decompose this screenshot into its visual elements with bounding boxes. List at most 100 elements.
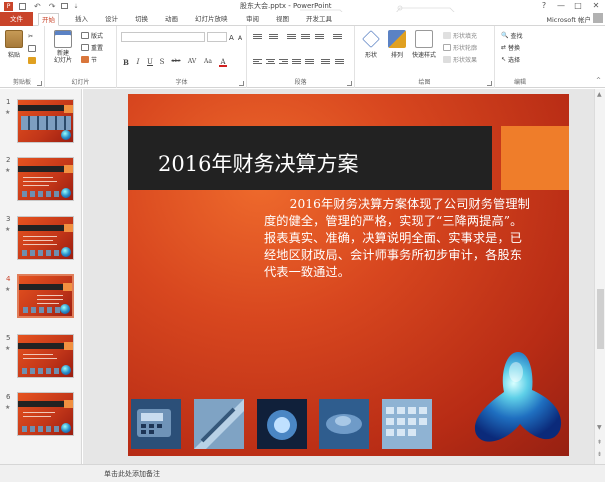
- notes-placeholder[interactable]: 单击此处添加备注: [104, 469, 160, 479]
- notes-bar: 单击此处添加备注: [0, 464, 605, 482]
- slide-thumbnail-4[interactable]: [17, 274, 74, 318]
- glossy-3d-shape[interactable]: [468, 344, 568, 456]
- copy-button[interactable]: [28, 44, 36, 53]
- vertical-scrollbar[interactable]: ▲ ▼ ⇞ ⇟: [594, 89, 605, 464]
- tab-home[interactable]: 开始: [38, 13, 59, 26]
- collapse-ribbon-icon[interactable]: ^: [596, 77, 601, 84]
- shapes-button[interactable]: 形状: [359, 30, 383, 59]
- photo-calculator-image[interactable]: [131, 399, 181, 449]
- tab-animations[interactable]: 动画: [162, 13, 181, 26]
- tab-developer[interactable]: 开发工具: [303, 13, 335, 26]
- strikethrough-button[interactable]: abc: [170, 58, 182, 67]
- find-button[interactable]: 🔍 查找: [501, 31, 523, 40]
- slide-thumbnail-5[interactable]: [17, 334, 74, 378]
- outline-icon: [443, 44, 451, 51]
- arrange-button[interactable]: 排列: [385, 30, 409, 59]
- previous-slide-icon[interactable]: ⇞: [597, 439, 602, 446]
- tab-view[interactable]: 视图: [273, 13, 292, 26]
- bullets-icon[interactable]: [253, 33, 262, 41]
- scroll-thumb[interactable]: [597, 289, 604, 349]
- slide-number: 3: [6, 215, 11, 223]
- slide-thumbnail-2[interactable]: [17, 157, 74, 201]
- quick-styles-button[interactable]: 快速样式: [410, 30, 438, 59]
- paragraph-launcher-icon[interactable]: [347, 81, 352, 86]
- slide-thumbnail-3[interactable]: [17, 216, 74, 260]
- layout-button[interactable]: 版式: [81, 31, 103, 40]
- select-button[interactable]: ↖ 选择: [501, 55, 520, 64]
- account-name[interactable]: Microsoft 帐户: [546, 14, 591, 24]
- reset-button[interactable]: 重置: [81, 43, 103, 52]
- help-button[interactable]: ?: [537, 0, 551, 11]
- photo-keyboard-image[interactable]: [382, 399, 432, 449]
- slide-number: 2: [6, 156, 11, 164]
- maximize-button[interactable]: □: [571, 0, 585, 11]
- justify-icon[interactable]: [292, 58, 301, 66]
- font-launcher-icon[interactable]: [239, 81, 244, 86]
- font-size-select[interactable]: [207, 32, 227, 42]
- align-center-icon[interactable]: [266, 58, 275, 66]
- font-name-select[interactable]: [121, 32, 205, 42]
- paste-button[interactable]: 粘贴: [2, 30, 26, 59]
- char-spacing-button[interactable]: AV: [186, 58, 198, 67]
- align-left-icon[interactable]: [253, 58, 262, 66]
- font-color-button[interactable]: A: [219, 58, 227, 67]
- tab-design[interactable]: 设计: [102, 13, 121, 26]
- tab-file[interactable]: 文件: [0, 12, 33, 26]
- photo-handshake-image[interactable]: [319, 399, 369, 449]
- increase-indent-icon[interactable]: [301, 33, 310, 41]
- quick-styles-icon: [415, 30, 433, 48]
- increase-font-button[interactable]: A: [229, 33, 234, 42]
- section-button[interactable]: 节: [81, 55, 97, 64]
- slide-thumbnail-6[interactable]: [17, 392, 74, 436]
- photo-pen-image[interactable]: [194, 399, 244, 449]
- minimize-button[interactable]: —: [554, 0, 568, 11]
- replace-button[interactable]: ⇄ 替换: [501, 43, 520, 52]
- bold-button[interactable]: B: [122, 58, 130, 67]
- cut-icon: ✂: [28, 33, 34, 40]
- format-painter-button[interactable]: [28, 56, 36, 65]
- underline-button[interactable]: U: [146, 58, 154, 67]
- smartart-icon[interactable]: [335, 58, 344, 66]
- change-case-button[interactable]: Aa: [202, 58, 214, 67]
- shape-outline-button[interactable]: 形状轮廓: [443, 43, 477, 52]
- clipboard-launcher-icon[interactable]: [37, 81, 42, 86]
- start-from-beginning-icon[interactable]: [61, 3, 69, 9]
- clipboard-group: 粘贴 ✂ 剪贴板: [0, 26, 45, 88]
- reset-icon: [81, 44, 89, 51]
- slide-thumbnail-1[interactable]: [17, 99, 74, 143]
- cut-button[interactable]: ✂: [28, 32, 33, 41]
- columns-icon[interactable]: [321, 58, 330, 66]
- numbering-icon[interactable]: [269, 33, 278, 41]
- drawing-launcher-icon[interactable]: [487, 81, 492, 86]
- tab-insert[interactable]: 插入: [72, 13, 91, 26]
- shape-fill-button[interactable]: 形状填充: [443, 31, 477, 40]
- italic-button[interactable]: I: [134, 58, 142, 67]
- new-slide-button[interactable]: 新建 幻灯片: [51, 30, 75, 64]
- close-button[interactable]: ✕: [589, 0, 603, 11]
- slide-body-text[interactable]: 2016年财务决算方案体现了公司财务管理制度的健全，管理的严格，实现了“三降两提…: [264, 196, 534, 281]
- redo-icon[interactable]: ↷: [49, 2, 56, 11]
- tab-review[interactable]: 审阅: [243, 13, 262, 26]
- line-spacing-icon[interactable]: [315, 33, 324, 41]
- customize-qat-icon[interactable]: ⇣: [73, 3, 78, 10]
- slide-title[interactable]: 2016年财务决算方案: [158, 148, 358, 178]
- decrease-font-button[interactable]: A: [238, 34, 242, 43]
- save-icon[interactable]: [19, 2, 26, 10]
- align-right-icon[interactable]: [279, 58, 288, 66]
- decrease-indent-icon[interactable]: [287, 33, 296, 41]
- scroll-down-icon[interactable]: ▼: [597, 424, 602, 431]
- tab-slideshow[interactable]: 幻灯片放映: [192, 13, 231, 26]
- avatar[interactable]: [593, 13, 603, 23]
- tab-transitions[interactable]: 切换: [132, 13, 151, 26]
- current-slide[interactable]: 2016年财务决算方案 2016年财务决算方案体现了公司财务管理制度的健全，管理…: [128, 94, 569, 456]
- scroll-up-icon[interactable]: ▲: [597, 91, 602, 98]
- next-slide-icon[interactable]: ⇟: [597, 451, 602, 458]
- shape-effects-button[interactable]: 形状效果: [443, 55, 477, 64]
- shadow-button[interactable]: S: [158, 58, 166, 67]
- paragraph-group: 段落: [247, 26, 355, 88]
- text-direction-icon[interactable]: [333, 33, 342, 41]
- undo-icon[interactable]: ↶: [34, 2, 41, 11]
- document-title: 股东大会.pptx - PowerPoint: [240, 2, 332, 10]
- distributed-icon[interactable]: [305, 58, 314, 66]
- photo-phone-image[interactable]: [257, 399, 307, 449]
